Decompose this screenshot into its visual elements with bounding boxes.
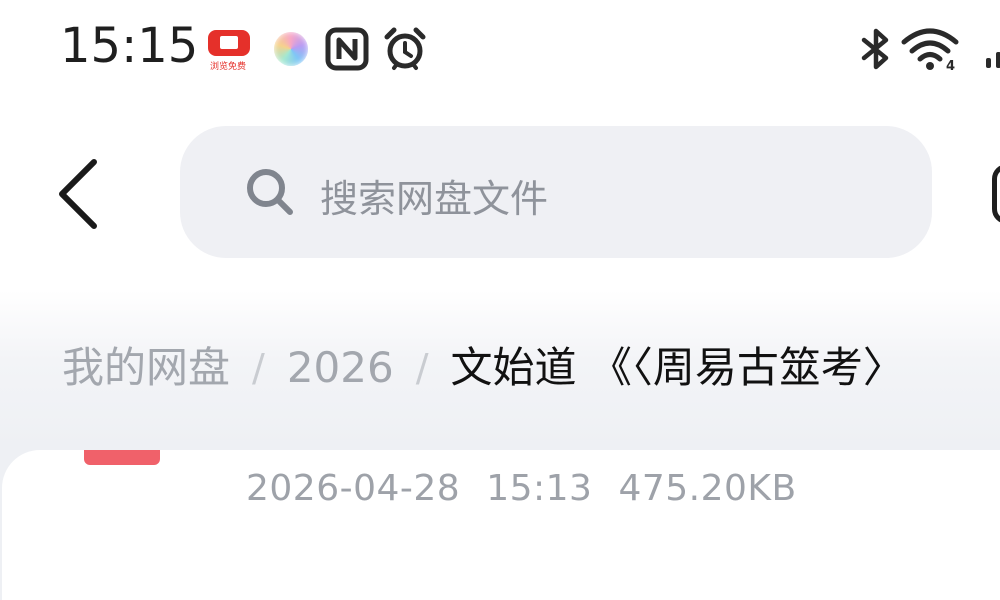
news-app-caption: 浏览免费 — [210, 62, 247, 72]
breadcrumb-item-root[interactable]: 我的网盘 — [62, 338, 230, 398]
breadcrumb-separator: / — [415, 346, 429, 390]
alarm-icon — [384, 27, 426, 70]
file-time: 15:13 — [486, 468, 593, 509]
search-input-placeholder[interactable]: 搜索网盘文件 — [320, 168, 548, 223]
status-clock: 15:15 — [60, 18, 199, 74]
nfc-icon — [325, 27, 369, 71]
more-options-icon[interactable] — [992, 164, 1000, 224]
file-date: 2026-04-28 — [246, 468, 461, 509]
breadcrumb-separator: / — [252, 346, 265, 390]
file-type-icon — [84, 450, 160, 465]
search-bar[interactable]: 搜索网盘文件 — [180, 126, 932, 258]
file-size: 475.20KB — [618, 468, 797, 509]
bluetooth-icon — [861, 28, 889, 70]
search-icon — [247, 169, 293, 215]
wifi-icon: 4 — [901, 28, 959, 72]
news-app-icon: 浏览免费 — [206, 26, 252, 72]
wifi-badge: 4 — [946, 59, 955, 72]
assistant-app-icon — [270, 26, 316, 72]
file-meta: 2026-04-28 15:13 475.20KB — [246, 468, 823, 509]
signal-icon — [986, 52, 1000, 68]
breadcrumb-item-current: 文始道 《〈周易古筮考〉 — [450, 343, 905, 392]
chevron-left-icon — [59, 159, 97, 229]
breadcrumb: 我的网盘 / 2026 / 文始道 《〈周易古筮考〉 — [62, 338, 1000, 398]
breadcrumb-item-year[interactable]: 2026 — [287, 338, 394, 398]
status-bar: 15:15 浏览免费 4 — [0, 0, 1000, 100]
back-button[interactable] — [52, 154, 108, 234]
